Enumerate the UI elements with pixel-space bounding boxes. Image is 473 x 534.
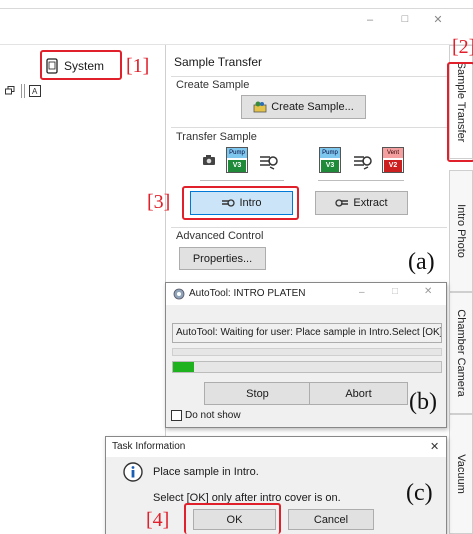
label-3: [3]	[147, 191, 171, 213]
vent-v2-icon[interactable]: Vent V2	[382, 147, 404, 173]
create-group-title: Create Sample	[176, 79, 250, 91]
maximize-button[interactable]: □	[397, 13, 413, 29]
create-sample-icon	[253, 101, 267, 113]
stop-button[interactable]: Stop	[204, 382, 311, 405]
highlight-2	[447, 62, 473, 162]
pump-label-right: Pump	[320, 148, 340, 158]
transfer-group-title: Transfer Sample	[176, 131, 257, 143]
label-1: [1]	[126, 55, 150, 77]
highlight-4	[184, 503, 281, 534]
task-line-1: Place sample in Intro.	[153, 466, 259, 478]
do-not-show-label: Do not show	[185, 410, 241, 421]
transfer-divider-left	[200, 180, 284, 181]
abort-label: Abort	[345, 387, 372, 400]
v2-label: V2	[384, 160, 402, 172]
autotool-title: AutoTool: INTRO PLATEN	[189, 288, 306, 299]
checkbox-box[interactable]	[171, 410, 182, 421]
pump-v3-icon-right[interactable]: Pump V3	[319, 147, 341, 173]
minimize-button[interactable]: –	[362, 14, 378, 30]
pump-v3-icon-left[interactable]: Pump V3	[226, 147, 248, 173]
tab-intro-photo[interactable]: Intro Photo	[449, 170, 473, 292]
properties-label: Properties...	[192, 252, 253, 265]
extract-arrow-icon	[335, 199, 349, 207]
autotool-empty-bar	[172, 348, 442, 356]
transfer-divider-right	[318, 180, 404, 181]
abort-button[interactable]: Abort	[309, 382, 408, 405]
tab-chamber-camera[interactable]: Chamber Camera	[449, 292, 473, 414]
task-title: Task Information	[112, 441, 186, 452]
extract-label: Extract	[353, 197, 388, 209]
autotool-titlebar: AutoTool: INTRO PLATEN – □ ✕	[166, 283, 446, 305]
toolbar-separator-2	[24, 84, 25, 98]
v3-label-left: V3	[228, 160, 246, 172]
autotool-app-icon	[173, 288, 185, 300]
autotool-progress-bar	[172, 361, 442, 373]
panel-label-b: (b)	[409, 389, 437, 415]
autotool-minimize-button[interactable]: –	[359, 287, 365, 298]
valve-arrow-icon-left[interactable]	[258, 151, 278, 171]
tab-chamber-camera-label: Chamber Camera	[455, 309, 467, 397]
create-sample-button[interactable]: Create Sample...	[241, 95, 366, 119]
tab-vacuum-label: Vacuum	[455, 454, 467, 494]
v3-label-right: V3	[321, 160, 339, 172]
extract-button[interactable]: Extract	[315, 191, 408, 215]
autotool-progress-fill	[173, 362, 195, 372]
cancel-button[interactable]: Cancel	[288, 509, 374, 530]
window-top-border	[0, 8, 473, 9]
autotool-message-box: AutoTool: Waiting for user: Place sample…	[172, 323, 442, 343]
vent-label: Vent	[383, 148, 403, 158]
do-not-show-checkbox[interactable]: Do not show	[171, 410, 241, 421]
highlight-3	[182, 186, 299, 220]
panel-label-a: (a)	[408, 249, 435, 275]
advanced-group-title: Advanced Control	[176, 230, 264, 242]
stop-label: Stop	[246, 387, 269, 400]
panel-label-c: (c)	[406, 480, 433, 506]
cancel-label: Cancel	[313, 513, 349, 526]
create-sample-label: Create Sample...	[271, 101, 354, 113]
autotool-close-button[interactable]: ✕	[424, 286, 432, 297]
svg-text:A: A	[32, 87, 38, 96]
sample-transfer-title: Sample Transfer	[174, 55, 263, 69]
autotool-dialog: AutoTool: INTRO PLATEN – □ ✕ AutoTool: W…	[165, 282, 447, 428]
valve-arrow-icon-right[interactable]	[352, 151, 372, 171]
task-titlebar: Task Information ✕	[106, 437, 446, 457]
task-close-button[interactable]: ✕	[430, 440, 439, 453]
camera-icon[interactable]	[202, 154, 216, 166]
highlight-1	[40, 50, 122, 80]
pump-label-left: Pump	[227, 148, 247, 158]
properties-button[interactable]: Properties...	[179, 247, 266, 270]
tab-intro-photo-label: Intro Photo	[455, 204, 467, 258]
autotool-maximize-button[interactable]: □	[392, 286, 398, 297]
info-icon	[123, 462, 143, 482]
restore-icon[interactable]	[5, 86, 15, 96]
close-button[interactable]: ✕	[430, 13, 446, 29]
toolbar-separator	[21, 84, 22, 98]
label-4: [4]	[146, 509, 170, 531]
text-edit-icon[interactable]: A	[29, 85, 41, 97]
autotool-message: AutoTool: Waiting for user: Place sample…	[176, 327, 442, 338]
tab-vacuum[interactable]: Vacuum	[449, 414, 473, 534]
label-2: [2]	[452, 36, 473, 58]
